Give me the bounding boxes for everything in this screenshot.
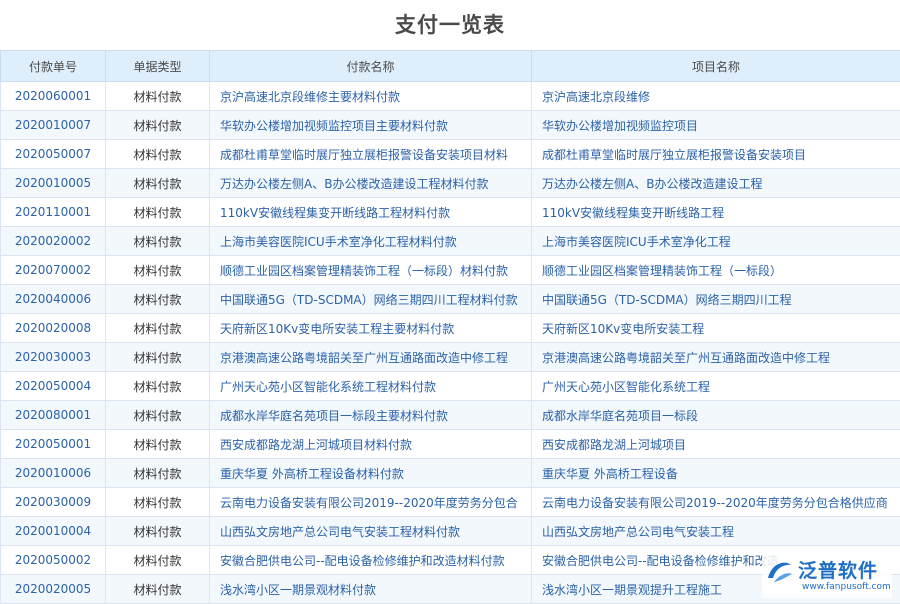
cell-project-name[interactable]: 西安成都路龙湖上河城项目 (532, 430, 900, 459)
cell-doc-type: 材料付款 (106, 343, 210, 372)
cell-payment-name[interactable]: 京港澳高速公路粤境韶关至广州互通路面改造中修工程 (210, 343, 532, 372)
brand-watermark: 泛普软件 www.fanpusoft.com (762, 552, 892, 598)
table-row[interactable]: 2020030003材料付款京港澳高速公路粤境韶关至广州互通路面改造中修工程京港… (1, 343, 900, 372)
cell-doc-type: 材料付款 (106, 430, 210, 459)
cell-payment-name[interactable]: 浅水湾小区一期景观材料付款 (210, 575, 532, 604)
cell-payment-name[interactable]: 万达办公楼左侧A、B办公楼改造建设工程材料付款 (210, 169, 532, 198)
cell-payment-name[interactable]: 中国联通5G（TD-SCDMA）网络三期四川工程材料付款 (210, 285, 532, 314)
cell-payment-no[interactable]: 2020020002 (1, 227, 106, 256)
column-header-payment-name[interactable]: 付款名称 (210, 51, 532, 82)
cell-payment-no[interactable]: 2020050007 (1, 140, 106, 169)
cell-doc-type: 材料付款 (106, 227, 210, 256)
cell-doc-type: 材料付款 (106, 401, 210, 430)
cell-doc-type: 材料付款 (106, 314, 210, 343)
table-row[interactable]: 2020010004材料付款山西弘文房地产总公司电气安装工程材料付款山西弘文房地… (1, 517, 900, 546)
cell-doc-type: 材料付款 (106, 256, 210, 285)
table-row[interactable]: 2020070002材料付款顺德工业园区档案管理精装饰工程（一标段）材料付款顺德… (1, 256, 900, 285)
page-title: 支付一览表 (0, 0, 900, 50)
cell-payment-name[interactable]: 广州天心苑小区智能化系统工程材料付款 (210, 372, 532, 401)
cell-payment-no[interactable]: 2020020005 (1, 575, 106, 604)
cell-payment-no[interactable]: 2020030009 (1, 488, 106, 517)
cell-project-name[interactable]: 成都杜甫草堂临时展厅独立展柜报警设备安装项目 (532, 140, 900, 169)
brand-name: 泛普软件 (798, 556, 878, 583)
cell-payment-no[interactable]: 2020030003 (1, 343, 106, 372)
cell-payment-no[interactable]: 2020010006 (1, 459, 106, 488)
cell-project-name[interactable]: 京港澳高速公路粤境韶关至广州互通路面改造中修工程 (532, 343, 900, 372)
brand-url: www.fanpusoft.com (802, 582, 891, 592)
table-row[interactable]: 2020020008材料付款天府新区10Kv变电所安装工程主要材料付款天府新区1… (1, 314, 900, 343)
cell-doc-type: 材料付款 (106, 111, 210, 140)
cell-project-name[interactable]: 华软办公楼增加视频监控项目 (532, 111, 900, 140)
cell-project-name[interactable]: 110kV安徽线程集变开断线路工程 (532, 198, 900, 227)
cell-project-name[interactable]: 云南电力设备安装有限公司2019--2020年度劳务分包合格供应商 (532, 488, 900, 517)
cell-payment-no[interactable]: 2020050001 (1, 430, 106, 459)
cell-project-name[interactable]: 顺德工业园区档案管理精装饰工程（一标段） (532, 256, 900, 285)
cell-project-name[interactable]: 中国联通5G（TD-SCDMA）网络三期四川工程 (532, 285, 900, 314)
cell-payment-name[interactable]: 天府新区10Kv变电所安装工程主要材料付款 (210, 314, 532, 343)
cell-doc-type: 材料付款 (106, 169, 210, 198)
cell-payment-no[interactable]: 2020110001 (1, 198, 106, 227)
cell-payment-no[interactable]: 2020010004 (1, 517, 106, 546)
cell-payment-name[interactable]: 成都杜甫草堂临时展厅独立展柜报警设备安装项目材料 (210, 140, 532, 169)
cell-project-name[interactable]: 上海市美容医院ICU手术室净化工程 (532, 227, 900, 256)
cell-payment-no[interactable]: 2020050002 (1, 546, 106, 575)
table-row[interactable]: 2020010006材料付款重庆华夏 外高桥工程设备材料付款重庆华夏 外高桥工程… (1, 459, 900, 488)
cell-doc-type: 材料付款 (106, 140, 210, 169)
cell-payment-name[interactable]: 重庆华夏 外高桥工程设备材料付款 (210, 459, 532, 488)
column-header-project-name[interactable]: 项目名称 (532, 51, 900, 82)
table-row[interactable]: 2020080001材料付款成都水岸华庭名苑项目一标段主要材料付款成都水岸华庭名… (1, 401, 900, 430)
cell-payment-no[interactable]: 2020080001 (1, 401, 106, 430)
cell-project-name[interactable]: 重庆华夏 外高桥工程设备 (532, 459, 900, 488)
cell-project-name[interactable]: 京沪高速北京段维修 (532, 82, 900, 111)
table-row[interactable]: 2020030009材料付款云南电力设备安装有限公司2019--2020年度劳务… (1, 488, 900, 517)
cell-doc-type: 材料付款 (106, 82, 210, 111)
cell-doc-type: 材料付款 (106, 198, 210, 227)
cell-doc-type: 材料付款 (106, 575, 210, 604)
cell-doc-type: 材料付款 (106, 285, 210, 314)
cell-doc-type: 材料付款 (106, 459, 210, 488)
cell-payment-name[interactable]: 成都水岸华庭名苑项目一标段主要材料付款 (210, 401, 532, 430)
table-row[interactable]: 2020040006材料付款中国联通5G（TD-SCDMA）网络三期四川工程材料… (1, 285, 900, 314)
table-body: 2020060001材料付款京沪高速北京段维修主要材料付款京沪高速北京段维修20… (1, 82, 900, 604)
cell-project-name[interactable]: 山西弘文房地产总公司电气安装工程 (532, 517, 900, 546)
table-header-row: 付款单号 单据类型 付款名称 项目名称 (1, 51, 900, 82)
cell-payment-name[interactable]: 京沪高速北京段维修主要材料付款 (210, 82, 532, 111)
cell-payment-name[interactable]: 上海市美容医院ICU手术室净化工程材料付款 (210, 227, 532, 256)
cell-payment-name[interactable]: 西安成都路龙湖上河城项目材料付款 (210, 430, 532, 459)
cell-project-name[interactable]: 成都水岸华庭名苑项目一标段 (532, 401, 900, 430)
table-row[interactable]: 2020050004材料付款广州天心苑小区智能化系统工程材料付款广州天心苑小区智… (1, 372, 900, 401)
cell-payment-no[interactable]: 2020020008 (1, 314, 106, 343)
cell-payment-no[interactable]: 2020010005 (1, 169, 106, 198)
cell-payment-name[interactable]: 110kV安徽线程集变开断线路工程材料付款 (210, 198, 532, 227)
table-row[interactable]: 2020010007材料付款华软办公楼增加视频监控项目主要材料付款华软办公楼增加… (1, 111, 900, 140)
column-header-payment-no[interactable]: 付款单号 (1, 51, 106, 82)
cell-doc-type: 材料付款 (106, 372, 210, 401)
cell-doc-type: 材料付款 (106, 517, 210, 546)
table-row[interactable]: 2020050007材料付款成都杜甫草堂临时展厅独立展柜报警设备安装项目材料成都… (1, 140, 900, 169)
table-row[interactable]: 2020020002材料付款上海市美容医院ICU手术室净化工程材料付款上海市美容… (1, 227, 900, 256)
cell-payment-name[interactable]: 华软办公楼增加视频监控项目主要材料付款 (210, 111, 532, 140)
cell-payment-no[interactable]: 2020060001 (1, 82, 106, 111)
table-row[interactable]: 2020060001材料付款京沪高速北京段维修主要材料付款京沪高速北京段维修 (1, 82, 900, 111)
cell-payment-no[interactable]: 2020050004 (1, 372, 106, 401)
cell-payment-name[interactable]: 顺德工业园区档案管理精装饰工程（一标段）材料付款 (210, 256, 532, 285)
cell-payment-no[interactable]: 2020040006 (1, 285, 106, 314)
table-row[interactable]: 2020110001材料付款110kV安徽线程集变开断线路工程材料付款110kV… (1, 198, 900, 227)
cell-payment-name[interactable]: 山西弘文房地产总公司电气安装工程材料付款 (210, 517, 532, 546)
cell-doc-type: 材料付款 (106, 488, 210, 517)
table-row[interactable]: 2020010005材料付款万达办公楼左侧A、B办公楼改造建设工程材料付款万达办… (1, 169, 900, 198)
column-header-doc-type[interactable]: 单据类型 (106, 51, 210, 82)
brand-logo-icon (764, 556, 794, 586)
cell-payment-name[interactable]: 云南电力设备安装有限公司2019--2020年度劳务分包合 (210, 488, 532, 517)
table-row[interactable]: 2020050001材料付款西安成都路龙湖上河城项目材料付款西安成都路龙湖上河城… (1, 430, 900, 459)
cell-doc-type: 材料付款 (106, 546, 210, 575)
cell-project-name[interactable]: 天府新区10Kv变电所安装工程 (532, 314, 900, 343)
cell-project-name[interactable]: 广州天心苑小区智能化系统工程 (532, 372, 900, 401)
payment-table: 付款单号 单据类型 付款名称 项目名称 2020060001材料付款京沪高速北京… (0, 50, 900, 604)
cell-payment-no[interactable]: 2020010007 (1, 111, 106, 140)
cell-payment-name[interactable]: 安徽合肥供电公司--配电设备检修维护和改造材料付款 (210, 546, 532, 575)
cell-project-name[interactable]: 万达办公楼左侧A、B办公楼改造建设工程 (532, 169, 900, 198)
cell-payment-no[interactable]: 2020070002 (1, 256, 106, 285)
